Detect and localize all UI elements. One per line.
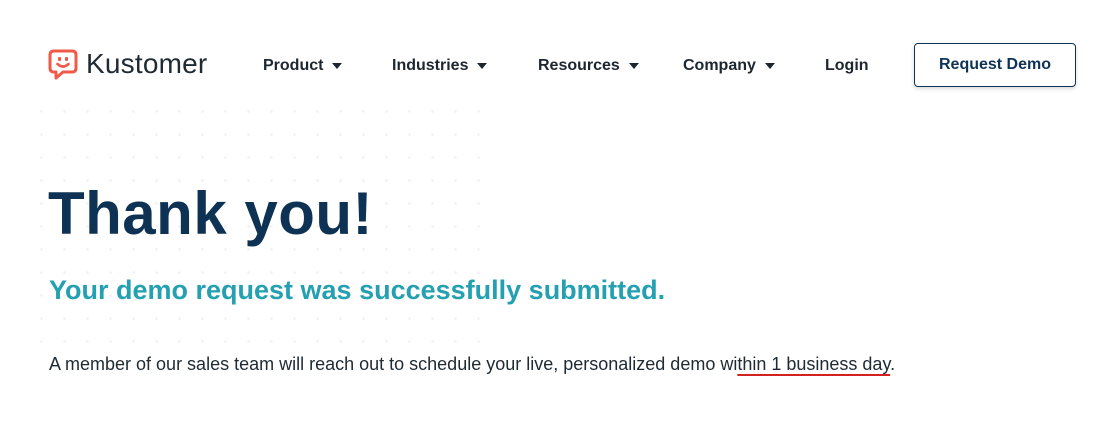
confirmation-message: A member of our sales team will reach ou… (49, 352, 895, 376)
brand-name: Kustomer (86, 48, 208, 79)
kustomer-logo-icon (48, 49, 78, 80)
login-label: Login (825, 57, 869, 74)
caret-down-icon (628, 63, 639, 69)
message-underlined-text: thin 1 business day (737, 354, 891, 374)
message-text: A member of our sales team will reach ou… (49, 354, 738, 374)
caret-down-icon (332, 63, 343, 69)
nav-item-label: Resources (538, 57, 620, 74)
nav-item-resources[interactable]: Resources (538, 57, 639, 75)
caret-down-icon (477, 63, 488, 69)
caret-down-icon (764, 63, 775, 69)
nav-item-label: Industries (392, 57, 469, 74)
nav-item-product[interactable]: Product (263, 57, 343, 75)
nav-item-industries[interactable]: Industries (392, 57, 488, 75)
page: Kustomer Product Industries Resources Co… (0, 0, 1105, 425)
page-subtitle: Your demo request was successfully submi… (49, 275, 666, 305)
nav-item-label: Company (683, 57, 756, 74)
page-title: Thank you! (48, 180, 374, 247)
kustomer-logo[interactable]: Kustomer (48, 48, 207, 80)
nav-item-company[interactable]: Company (683, 57, 775, 75)
nav-item-label: Product (263, 57, 324, 74)
top-navigation: Kustomer Product Industries Resources Co… (0, 0, 1105, 130)
message-period: . (890, 354, 896, 374)
request-demo-button[interactable]: Request Demo (914, 43, 1076, 87)
login-link[interactable]: Login (825, 57, 869, 75)
